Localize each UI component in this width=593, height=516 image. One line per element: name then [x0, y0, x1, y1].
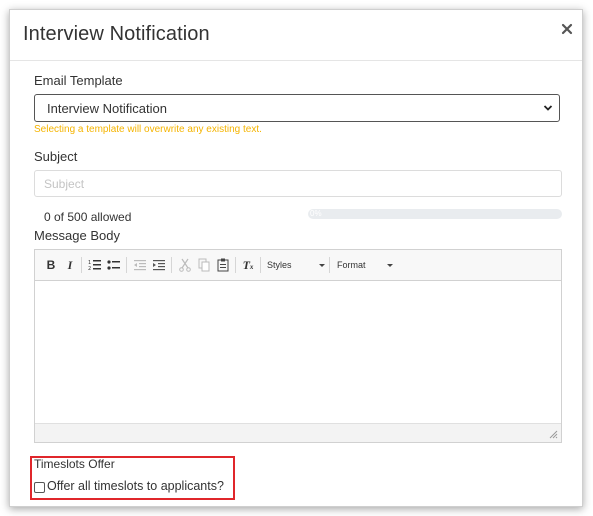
chevron-down-icon	[319, 264, 325, 267]
svg-text:2: 2	[88, 266, 91, 272]
editor-toolbar: B I 1 2 Tx Styles Format	[35, 250, 561, 281]
email-template-value: Interview Notification	[47, 101, 167, 116]
numbered-list-icon[interactable]: 1 2	[87, 257, 103, 273]
modal-title: Interview Notification	[23, 23, 210, 45]
paste-icon[interactable]	[215, 257, 231, 273]
chevron-down-icon	[543, 105, 553, 111]
message-body-editor: B I 1 2 Tx Styles Format	[34, 249, 562, 443]
subject-char-count: 0 of 500 allowed	[44, 210, 132, 224]
modal-header: Interview Notification	[10, 10, 582, 61]
toolbar-separator	[260, 257, 261, 273]
bold-icon[interactable]: B	[43, 257, 59, 273]
format-dropdown[interactable]: Format	[337, 257, 393, 273]
italic-icon[interactable]: I	[62, 257, 78, 273]
progress-percent: 0%	[310, 209, 322, 218]
interview-notification-modal: Interview Notification Email Template In…	[9, 9, 583, 507]
bulleted-list-icon[interactable]	[106, 257, 122, 273]
message-body-content[interactable]	[35, 281, 561, 424]
toolbar-separator	[171, 257, 172, 273]
offer-all-timeslots-label[interactable]: Offer all timeslots to applicants?	[47, 479, 224, 493]
styles-label: Styles	[267, 260, 292, 270]
resize-grip-icon[interactable]	[549, 430, 558, 439]
subject-label: Subject	[34, 149, 78, 164]
indent-icon[interactable]	[151, 257, 167, 273]
toolbar-separator	[235, 257, 236, 273]
cut-icon[interactable]	[177, 257, 193, 273]
format-label: Format	[337, 260, 366, 270]
subject-placeholder: Subject	[44, 177, 85, 191]
outdent-icon[interactable]	[132, 257, 148, 273]
editor-statusbar	[35, 423, 561, 442]
close-icon[interactable]	[560, 22, 574, 36]
timeslots-offer-label: Timeslots Offer	[34, 457, 115, 471]
subject-progress-bar: 0%	[308, 209, 562, 219]
toolbar-separator	[126, 257, 127, 273]
email-template-select[interactable]: Interview Notification	[34, 94, 560, 122]
chevron-down-icon	[387, 264, 393, 267]
copy-icon[interactable]	[196, 257, 212, 273]
remove-format-icon[interactable]: Tx	[240, 257, 256, 273]
email-template-label: Email Template	[34, 73, 123, 88]
toolbar-separator	[329, 257, 330, 273]
styles-dropdown[interactable]: Styles	[267, 257, 325, 273]
message-body-label: Message Body	[34, 228, 120, 243]
offer-all-timeslots-checkbox[interactable]	[34, 482, 45, 493]
subject-input[interactable]: Subject	[34, 170, 562, 197]
template-hint: Selecting a template will overwrite any …	[34, 124, 262, 135]
toolbar-separator	[81, 257, 82, 273]
